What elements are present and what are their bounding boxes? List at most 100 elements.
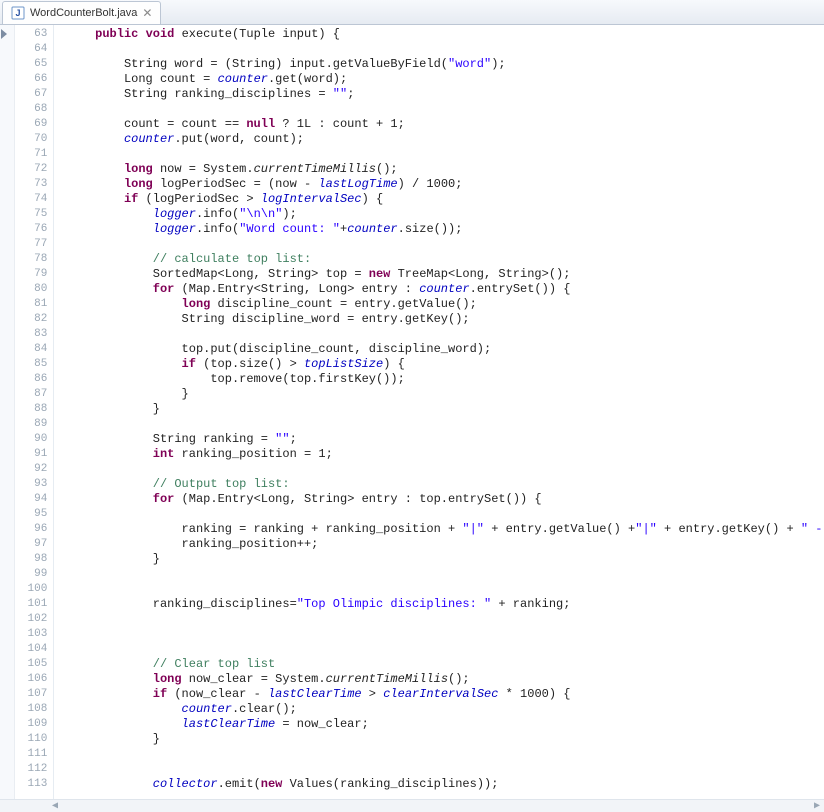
code-line[interactable]: long logPeriodSec = (now - lastLogTime) … [66,177,824,192]
code-line[interactable] [66,642,824,657]
line-number: 78 [15,252,48,267]
code-line[interactable]: int ranking_position = 1; [66,447,824,462]
line-number: 73 [15,177,48,192]
code-content[interactable]: public void execute(Tuple input) { Strin… [54,25,824,799]
line-number: 113 [15,777,48,792]
code-line[interactable]: for (Map.Entry<Long, String> entry : top… [66,492,824,507]
line-number: 89 [15,417,48,432]
horizontal-scrollbar[interactable]: ◀ ▶ [0,799,824,812]
code-line[interactable]: } [66,402,824,417]
line-number: 100 [15,582,48,597]
code-line[interactable]: counter.put(word, count); [66,132,824,147]
code-line[interactable]: if (now_clear - lastClearTime > clearInt… [66,687,824,702]
code-line[interactable]: // Output top list: [66,477,824,492]
line-number: 99 [15,567,48,582]
line-number: 74 [15,192,48,207]
line-number: 102 [15,612,48,627]
line-number: 95 [15,507,48,522]
code-line[interactable]: ranking_position++; [66,537,824,552]
code-line[interactable]: long now = System.currentTimeMillis(); [66,162,824,177]
line-number: 109 [15,717,48,732]
code-line[interactable] [66,42,824,57]
code-line[interactable] [66,147,824,162]
code-line[interactable]: if (top.size() > topListSize) { [66,357,824,372]
scroll-right-icon[interactable]: ▶ [810,800,824,812]
code-line[interactable]: } [66,732,824,747]
code-line[interactable]: logger.info("Word count: "+counter.size(… [66,222,824,237]
code-line[interactable] [66,102,824,117]
code-editor[interactable]: 6364656667686970717273747576777879808182… [0,25,824,799]
line-number: 110 [15,732,48,747]
code-line[interactable]: ranking = ranking + ranking_position + "… [66,522,824,537]
code-line[interactable]: String word = (String) input.getValueByF… [66,57,824,72]
line-number: 68 [15,102,48,117]
code-line[interactable]: top.remove(top.firstKey()); [66,372,824,387]
code-line[interactable] [66,567,824,582]
line-number: 82 [15,312,48,327]
line-number: 111 [15,747,48,762]
code-line[interactable]: public void execute(Tuple input) { [66,27,824,42]
line-number: 112 [15,762,48,777]
scroll-left-icon[interactable]: ◀ [48,800,62,812]
code-line[interactable]: counter.clear(); [66,702,824,717]
tab-wordcounterbolt[interactable]: J WordCounterBolt.java ✕ [2,1,161,24]
line-number: 87 [15,387,48,402]
line-number: 69 [15,117,48,132]
code-line[interactable]: SortedMap<Long, String> top = new TreeMa… [66,267,824,282]
override-marker-icon[interactable] [1,29,7,39]
code-line[interactable] [66,327,824,342]
code-line[interactable]: for (Map.Entry<String, Long> entry : cou… [66,282,824,297]
line-number: 101 [15,597,48,612]
line-number: 91 [15,447,48,462]
code-line[interactable]: // calculate top list: [66,252,824,267]
code-line[interactable]: if (logPeriodSec > logIntervalSec) { [66,192,824,207]
code-line[interactable]: lastClearTime = now_clear; [66,717,824,732]
code-line[interactable] [66,762,824,777]
line-number: 103 [15,627,48,642]
code-line[interactable] [66,747,824,762]
line-number: 90 [15,432,48,447]
code-line[interactable]: Long count = counter.get(word); [66,72,824,87]
code-line[interactable] [66,582,824,597]
code-line[interactable]: collector.emit(new Values(ranking_discip… [66,777,824,792]
code-line[interactable]: String discipline_word = entry.getKey(); [66,312,824,327]
line-number: 93 [15,477,48,492]
code-line[interactable]: // Clear top list [66,657,824,672]
close-icon[interactable]: ✕ [142,8,152,18]
line-number: 81 [15,297,48,312]
code-line[interactable]: ranking_disciplines="Top Olimpic discipl… [66,597,824,612]
code-line[interactable]: logger.info("\n\n"); [66,207,824,222]
code-line[interactable]: } [66,552,824,567]
code-line[interactable]: top.put(discipline_count, discipline_wor… [66,342,824,357]
line-number: 107 [15,687,48,702]
code-line[interactable] [66,507,824,522]
line-number: 106 [15,672,48,687]
line-number: 80 [15,282,48,297]
line-number: 108 [15,702,48,717]
code-line[interactable]: long discipline_count = entry.getValue()… [66,297,824,312]
line-number: 71 [15,147,48,162]
line-number: 85 [15,357,48,372]
line-number: 67 [15,87,48,102]
code-line[interactable] [66,462,824,477]
code-line[interactable]: String ranking = ""; [66,432,824,447]
line-number: 83 [15,327,48,342]
code-line[interactable] [66,627,824,642]
code-line[interactable]: String ranking_disciplines = ""; [66,87,824,102]
line-number: 70 [15,132,48,147]
line-number: 86 [15,372,48,387]
tab-label: WordCounterBolt.java [30,7,137,19]
line-number: 72 [15,162,48,177]
line-number: 66 [15,72,48,87]
line-number: 92 [15,462,48,477]
line-number-gutter: 6364656667686970717273747576777879808182… [15,25,55,799]
code-line[interactable]: long now_clear = System.currentTimeMilli… [66,672,824,687]
line-number: 94 [15,492,48,507]
code-line[interactable]: } [66,387,824,402]
code-line[interactable]: count = count == null ? 1L : count + 1; [66,117,824,132]
code-line[interactable] [66,237,824,252]
line-number: 77 [15,237,48,252]
line-number: 97 [15,537,48,552]
code-line[interactable] [66,417,824,432]
code-line[interactable] [66,612,824,627]
